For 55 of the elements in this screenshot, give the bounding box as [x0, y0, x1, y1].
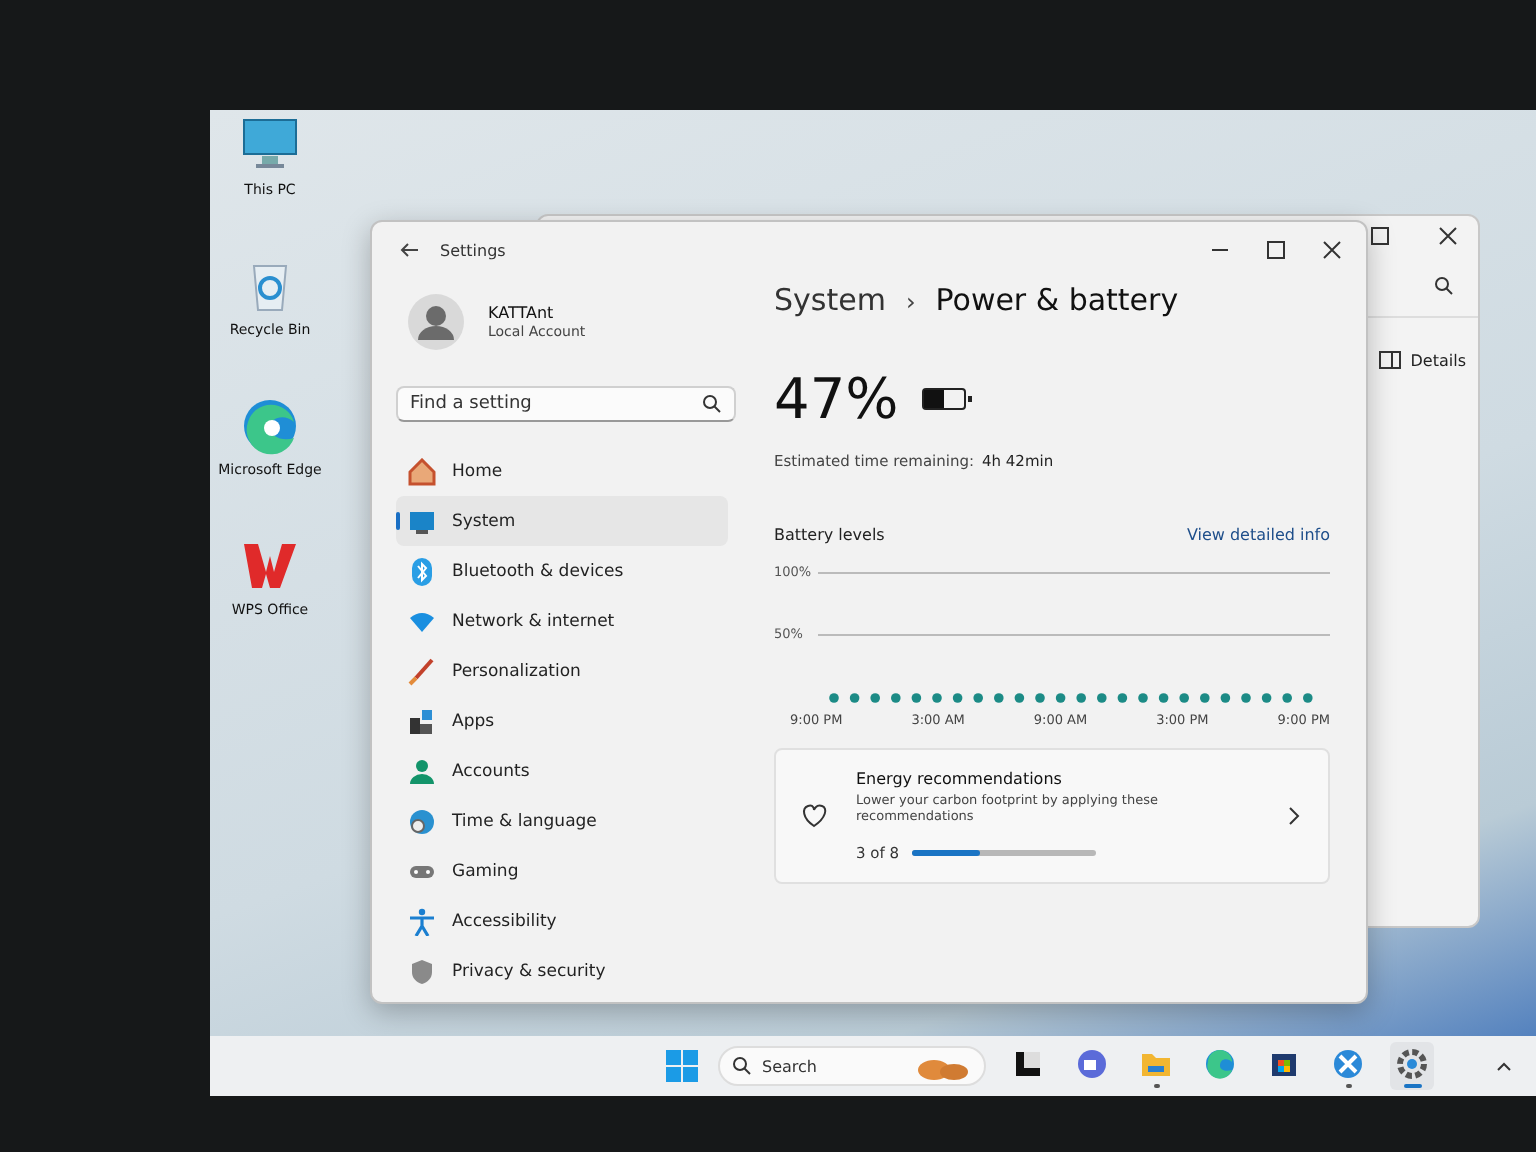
monitor-icon	[408, 507, 436, 535]
maximize-icon[interactable]	[1266, 240, 1286, 260]
nav-item[interactable]: Bluetooth & devices	[396, 546, 728, 596]
nav-item[interactable]: Home	[396, 446, 728, 496]
bluetooth-icon	[408, 557, 436, 585]
breadcrumb-separator: ›	[905, 288, 916, 316]
wifi-icon	[408, 607, 436, 635]
breadcrumb-link[interactable]: System	[774, 282, 886, 318]
start-icon[interactable]	[666, 1050, 698, 1082]
search-icon	[702, 394, 722, 414]
nav-item[interactable]: Apps	[396, 696, 728, 746]
panel-icon	[1378, 350, 1403, 370]
search-field[interactable]: Find a setting	[396, 386, 736, 422]
maximize-icon[interactable]	[1370, 226, 1390, 246]
nav-item[interactable]: Network & internet	[396, 596, 728, 646]
chevron-up-icon[interactable]	[1496, 1060, 1512, 1072]
browser-icon[interactable]	[238, 394, 302, 458]
store-icon[interactable]	[1268, 1048, 1300, 1080]
nav-item[interactable]: Accessibility	[396, 896, 728, 946]
accessibility-icon	[408, 907, 436, 935]
gear-icon[interactable]	[1396, 1048, 1428, 1080]
folder-icon[interactable]	[1140, 1048, 1172, 1080]
search-icon[interactable]	[1434, 276, 1454, 296]
chevron-right-icon	[1288, 806, 1300, 826]
apps-icon	[408, 707, 436, 735]
taskbar-search[interactable]: Search	[718, 1046, 986, 1086]
task-view-icon[interactable]	[1012, 1048, 1044, 1080]
close-icon[interactable]	[1438, 226, 1458, 246]
search-icon	[732, 1056, 752, 1076]
nav-item[interactable]: Gaming	[396, 846, 728, 896]
video-chat-icon[interactable]	[1076, 1048, 1108, 1080]
nav-item[interactable]: Time & language	[396, 796, 728, 846]
home-icon	[408, 457, 436, 485]
person-icon	[408, 757, 436, 785]
globe-clock-icon	[408, 807, 436, 835]
nav-item[interactable]: Accounts	[396, 746, 728, 796]
card-title: Energy recommendations	[856, 770, 1064, 788]
detailed-info-link[interactable]: View detailed info	[1186, 526, 1330, 544]
battery-icon	[922, 388, 967, 410]
avatar-icon	[408, 294, 464, 350]
page-title: Power & battery	[935, 282, 1179, 318]
nav-item[interactable]: Personalization	[396, 646, 728, 696]
back-arrow-icon[interactable]	[400, 242, 420, 258]
window-title: Settings	[440, 241, 506, 259]
shield-icon	[408, 957, 436, 985]
section-title: Battery levels	[774, 526, 885, 544]
paintbrush-icon	[408, 657, 436, 685]
user-name: KATTAnt	[488, 304, 556, 322]
close-icon[interactable]	[1322, 240, 1342, 260]
details-button[interactable]: Details	[1374, 346, 1470, 374]
battery-percentage: 47%	[774, 366, 899, 432]
nav-item[interactable]: System	[396, 496, 728, 546]
browser-icon[interactable]	[1204, 1048, 1236, 1080]
app-icon[interactable]	[1332, 1048, 1364, 1080]
nav-item[interactable]: Privacy & security	[396, 946, 728, 996]
